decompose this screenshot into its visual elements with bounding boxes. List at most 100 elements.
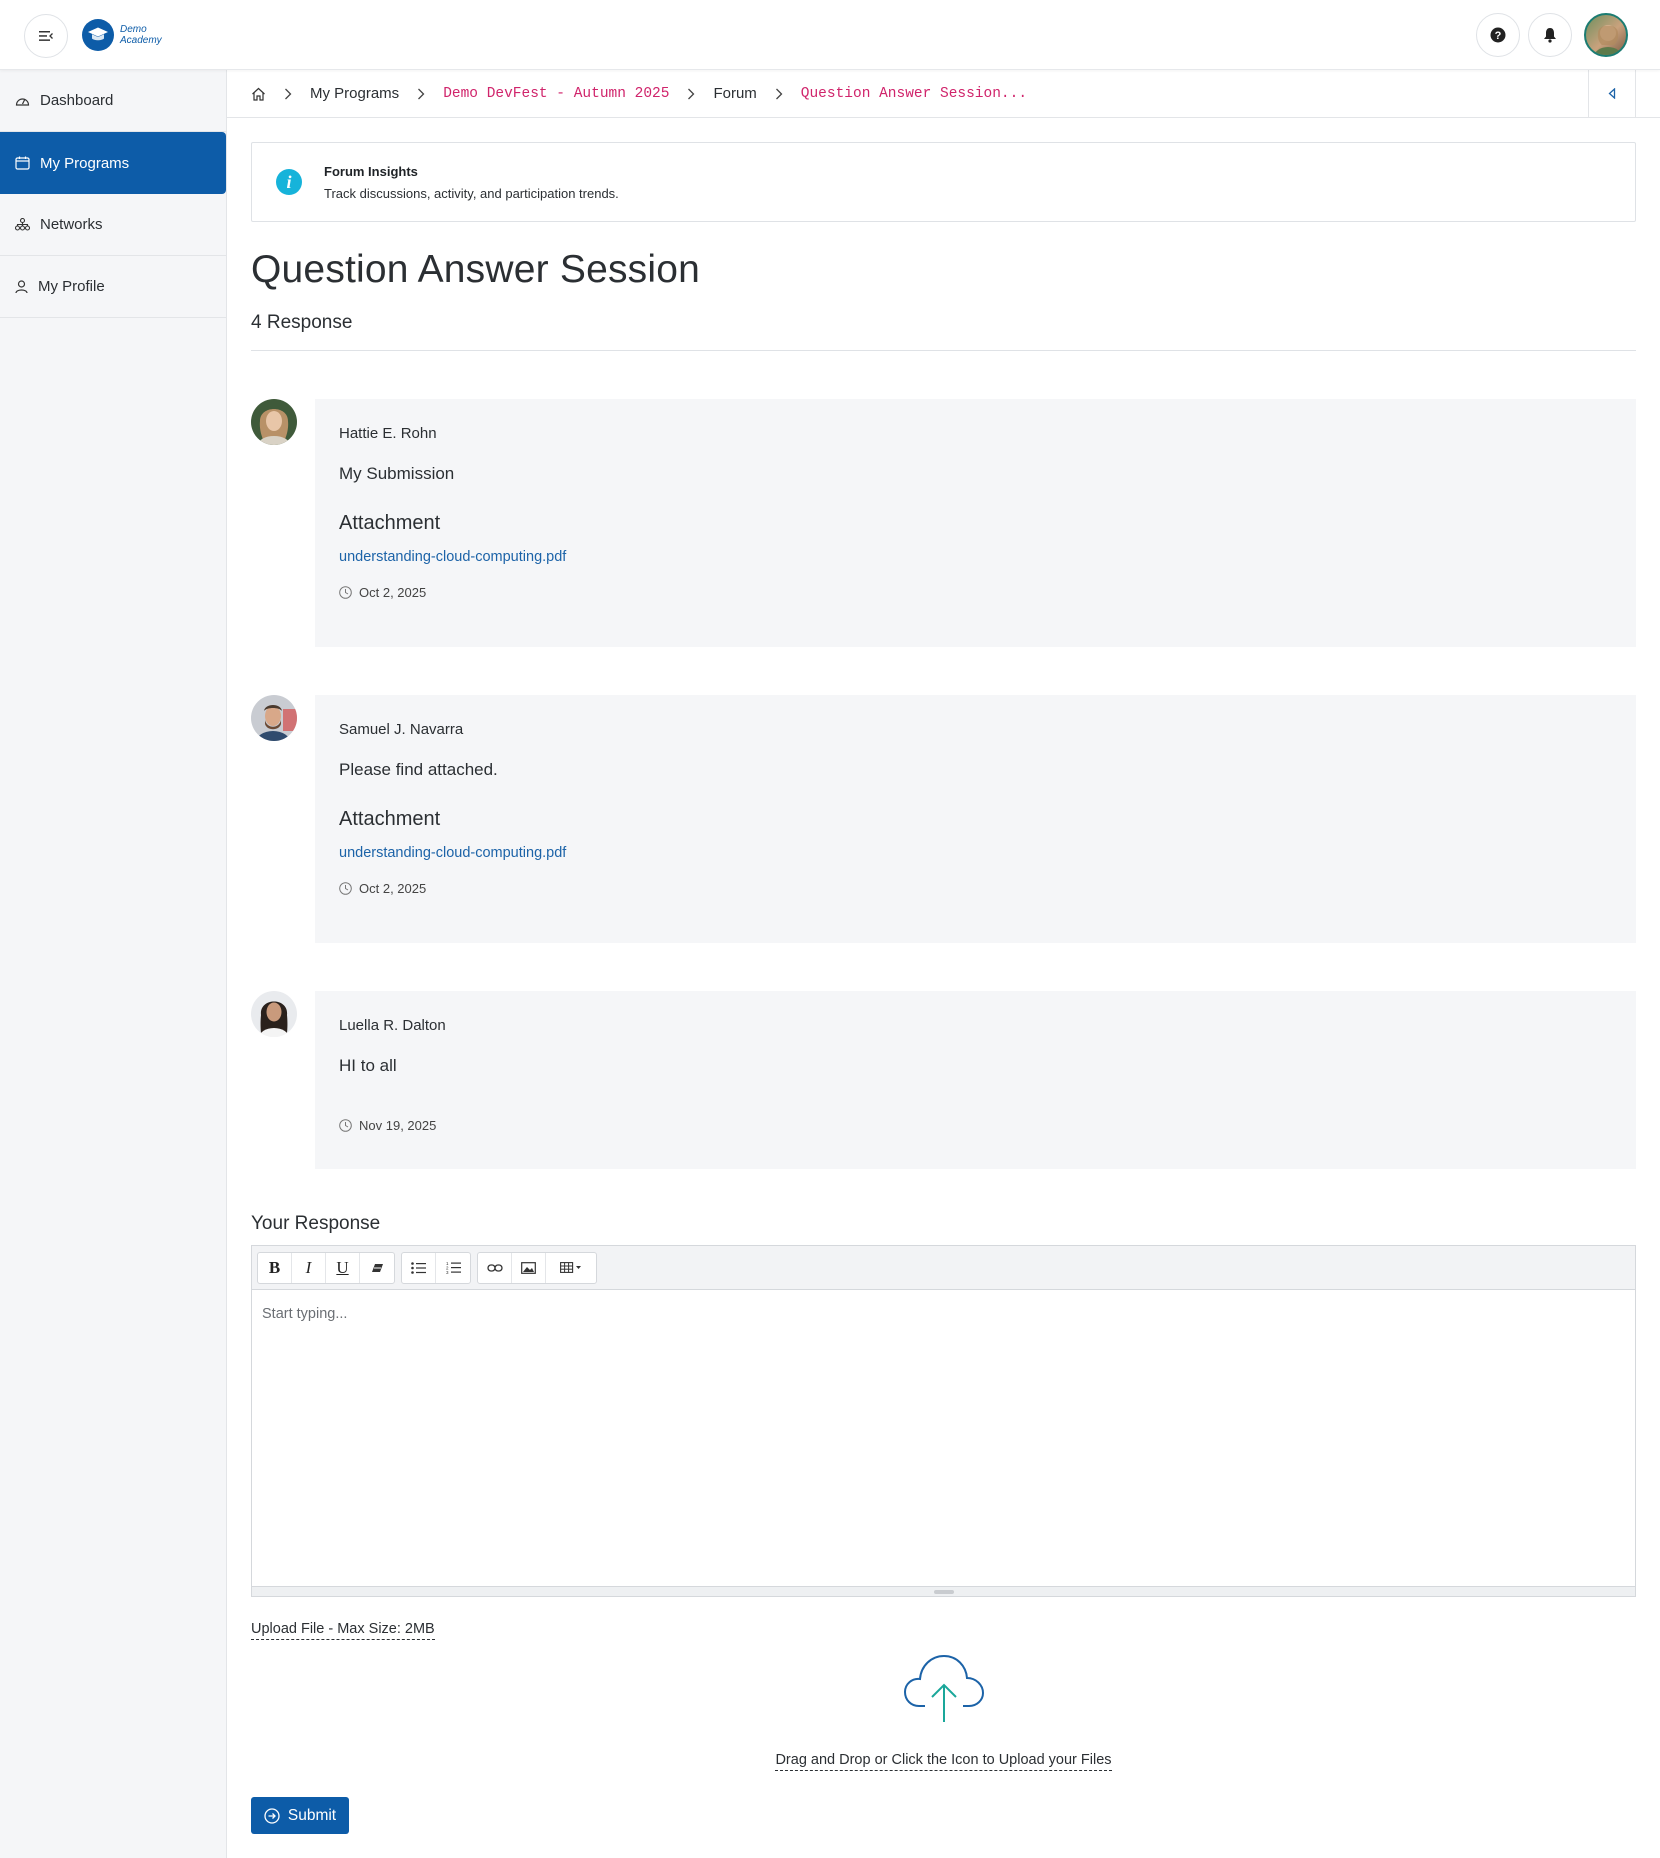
- avatar: [251, 991, 297, 1037]
- notifications-button[interactable]: [1528, 13, 1572, 57]
- italic-icon: I: [305, 1257, 312, 1277]
- format-group: B I U: [257, 1251, 395, 1284]
- post-card: Samuel J. Navarra Please find attached. …: [315, 695, 1636, 943]
- top-bar: Demo Academy ?: [0, 0, 1660, 70]
- sidebar-item-label: My Programs: [40, 154, 130, 172]
- post-date: Oct 2, 2025: [339, 585, 1612, 600]
- bullet-list-button[interactable]: [402, 1252, 436, 1283]
- menu-icon: [39, 31, 53, 41]
- caret-left-icon: [1608, 88, 1616, 99]
- post-body: HI to all: [339, 1056, 397, 1075]
- collapse-panel-button[interactable]: [1588, 70, 1636, 117]
- forum-insights-banner: i Forum Insights Track discussions, acti…: [251, 142, 1636, 222]
- clear-format-button[interactable]: [360, 1253, 394, 1283]
- post-card: Hattie E. Rohn My Submission Attachment …: [315, 399, 1636, 647]
- avatar: [251, 399, 297, 445]
- chevron-right-icon: [687, 88, 695, 100]
- app-logo[interactable]: Demo Academy: [82, 19, 162, 51]
- image-button[interactable]: [512, 1252, 546, 1283]
- sidebar-item-my-programs[interactable]: My Programs: [0, 132, 226, 194]
- logo-text: Demo Academy: [120, 24, 162, 46]
- post-author[interactable]: Hattie E. Rohn: [339, 425, 1612, 442]
- response-textarea[interactable]: Start typing...: [252, 1290, 1635, 1586]
- clock-icon: [339, 586, 352, 599]
- attachment-link[interactable]: understanding-cloud-computing.pdf: [339, 845, 1612, 861]
- breadcrumb: My Programs Demo DevFest - Autumn 2025 F…: [227, 70, 1660, 118]
- info-title: Forum Insights: [324, 163, 418, 179]
- underline-button[interactable]: U: [326, 1252, 360, 1283]
- logo-line-2: Academy: [120, 35, 162, 46]
- main-content: i Forum Insights Track discussions, acti…: [251, 142, 1636, 1834]
- post-date: Oct 2, 2025: [339, 881, 1612, 896]
- upload-hint[interactable]: Drag and Drop or Click the Icon to Uploa…: [775, 1752, 1112, 1771]
- user-avatar[interactable]: [1584, 13, 1628, 57]
- editor-toolbar: B I U 1 2 3: [252, 1246, 1635, 1290]
- sidebar: Dashboard My Programs Networks My Profil…: [0, 70, 227, 1858]
- clock-icon: [339, 882, 352, 895]
- attachment-heading: Attachment: [339, 512, 441, 534]
- bold-icon: B: [268, 1257, 281, 1277]
- table-icon: [560, 1262, 581, 1273]
- post-date-text: Oct 2, 2025: [359, 585, 427, 600]
- help-button[interactable]: ?: [1476, 13, 1520, 57]
- menu-button[interactable]: [24, 14, 68, 58]
- attachment-link[interactable]: understanding-cloud-computing.pdf: [339, 549, 1612, 565]
- rich-text-editor: B I U 1 2 3 Start typing...: [251, 1245, 1636, 1597]
- table-button[interactable]: [546, 1253, 596, 1283]
- user-icon: [15, 279, 28, 293]
- breadcrumb-program[interactable]: Demo DevFest - Autumn 2025: [443, 86, 669, 102]
- breadcrumb-forum[interactable]: Forum: [713, 85, 756, 102]
- submit-label: Submit: [287, 1806, 337, 1824]
- breadcrumb-my-programs[interactable]: My Programs: [310, 85, 399, 102]
- sidebar-item-networks[interactable]: Networks: [0, 194, 226, 256]
- help-icon: ?: [1490, 27, 1506, 43]
- arrow-circle-right-icon: [264, 1807, 280, 1824]
- logo-line-1: Demo: [120, 24, 147, 35]
- post-author[interactable]: Samuel J. Navarra: [339, 721, 1612, 738]
- forum-post: Luella R. Dalton HI to all Nov 19, 2025: [251, 991, 1636, 1169]
- dashboard-icon: [15, 98, 30, 106]
- forum-post: Samuel J. Navarra Please find attached. …: [251, 695, 1636, 943]
- upload-label: Upload File - Max Size: 2MB: [251, 1621, 435, 1640]
- numbered-list-button[interactable]: 1 2 3: [436, 1253, 470, 1283]
- bullet-list-icon: [411, 1261, 426, 1274]
- post-author[interactable]: Luella R. Dalton: [339, 1017, 1612, 1034]
- link-button[interactable]: [478, 1252, 512, 1283]
- chevron-right-icon: [417, 88, 425, 100]
- page-title: Question Answer Session: [251, 248, 701, 291]
- sidebar-item-dashboard[interactable]: Dashboard: [0, 70, 226, 132]
- sidebar-item-label: Dashboard: [40, 92, 114, 109]
- resize-grip-icon: [933, 1589, 954, 1594]
- italic-button[interactable]: I: [292, 1252, 326, 1283]
- link-icon: [486, 1263, 503, 1272]
- eraser-icon: [371, 1263, 383, 1272]
- chevron-right-icon: [775, 88, 783, 100]
- submit-button[interactable]: Submit: [251, 1797, 349, 1834]
- editor-resize-handle[interactable]: [252, 1586, 1635, 1596]
- post-card: Luella R. Dalton HI to all Nov 19, 2025: [315, 991, 1636, 1169]
- sidebar-item-label: Networks: [40, 216, 103, 233]
- network-icon: [15, 218, 30, 231]
- home-icon[interactable]: [251, 87, 266, 101]
- response-count: 4 Response: [251, 312, 1636, 351]
- chevron-right-icon: [284, 88, 292, 100]
- info-icon: i: [276, 169, 302, 195]
- info-subtitle: Track discussions, activity, and partici…: [324, 185, 619, 201]
- sidebar-item-label: My Profile: [38, 278, 105, 295]
- list-group: 1 2 3: [401, 1251, 471, 1284]
- post-date-text: Nov 19, 2025: [359, 1118, 437, 1133]
- bold-button[interactable]: B: [258, 1252, 292, 1283]
- calendar-icon: [15, 156, 30, 170]
- attachment-heading: Attachment: [339, 808, 441, 830]
- forum-post: Hattie E. Rohn My Submission Attachment …: [251, 399, 1636, 647]
- response-heading: Your Response: [251, 1213, 381, 1234]
- svg-text:3: 3: [446, 1270, 449, 1274]
- avatar: [251, 695, 297, 741]
- file-dropzone[interactable]: Drag and Drop or Click the Icon to Uploa…: [251, 1652, 1636, 1771]
- image-icon: [521, 1261, 536, 1274]
- clock-icon: [339, 1119, 352, 1132]
- topbar-actions: ?: [1476, 13, 1628, 57]
- sidebar-item-my-profile[interactable]: My Profile: [0, 256, 226, 318]
- cloud-upload-icon[interactable]: [903, 1652, 985, 1724]
- post-body: Please find attached.: [339, 760, 498, 779]
